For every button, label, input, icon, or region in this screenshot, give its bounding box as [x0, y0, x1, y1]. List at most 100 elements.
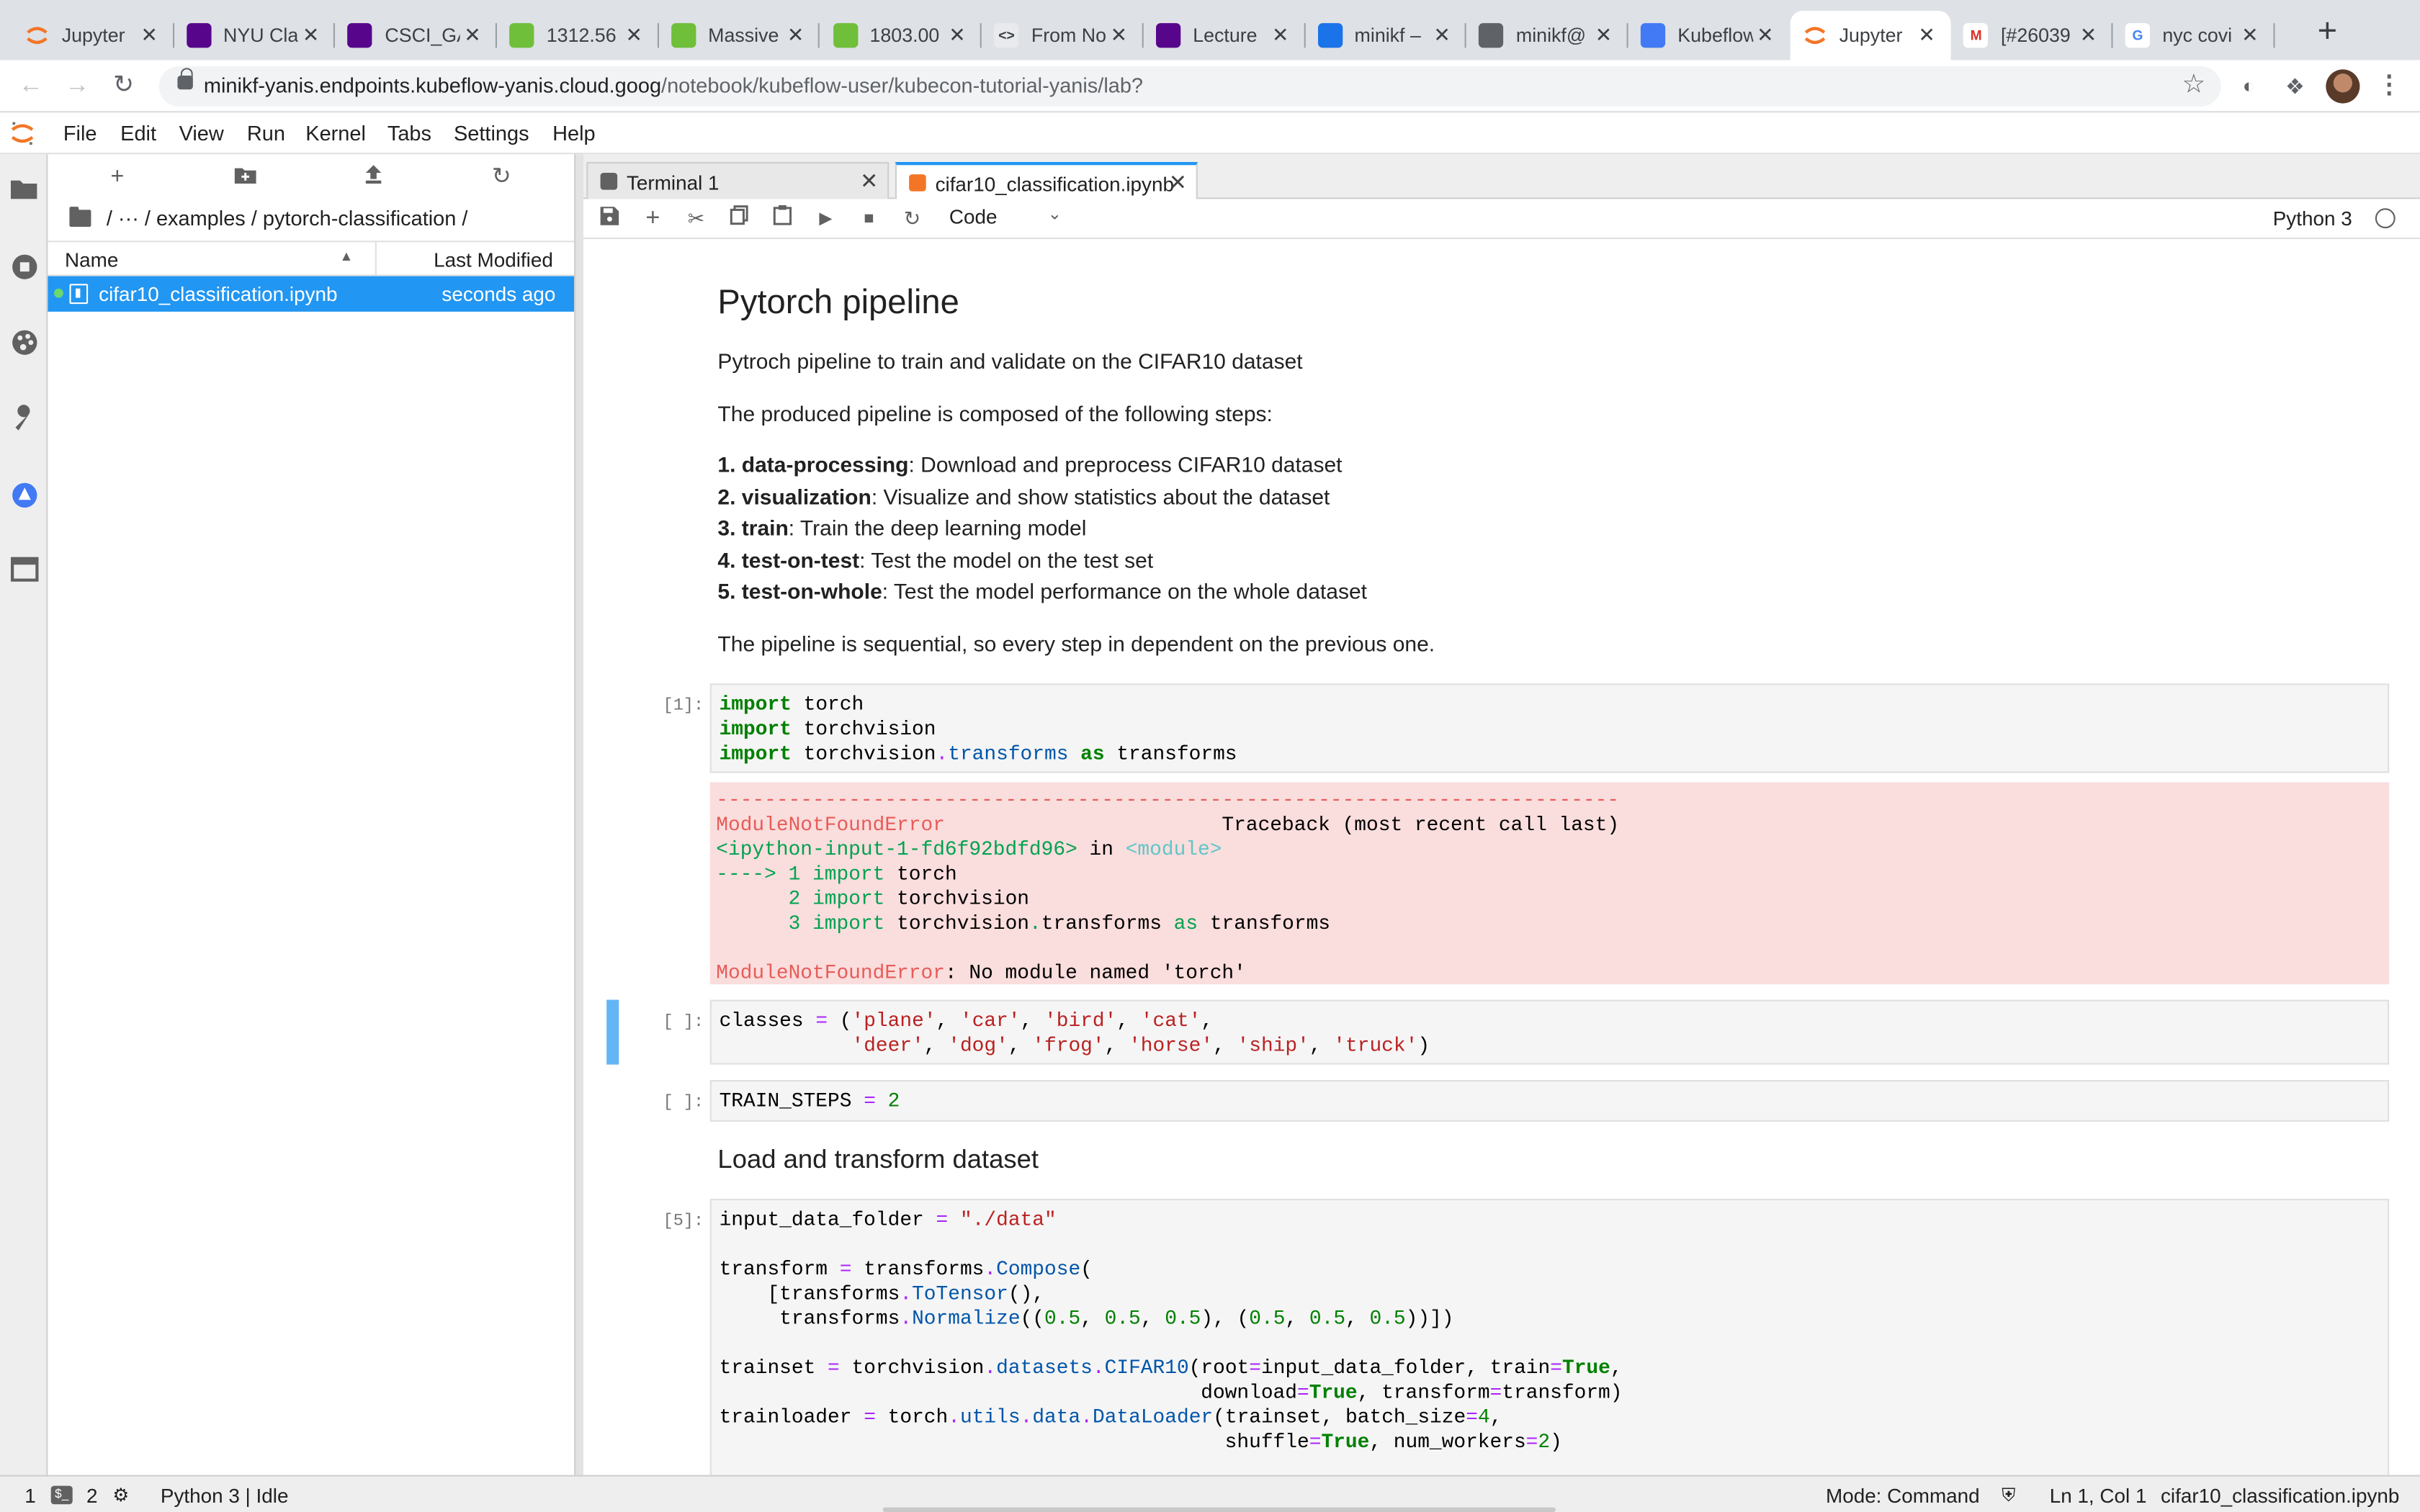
back-arrow-icon[interactable]: ← [14, 69, 48, 103]
menu-tabs[interactable]: Tabs [387, 122, 431, 145]
markdown-section[interactable]: Load and transform dataset [717, 1145, 1039, 1176]
forward-arrow-icon[interactable]: → [60, 69, 94, 103]
code-cell-train-steps[interactable]: TRAIN_STEPS = 2 [709, 1080, 2390, 1122]
menu-help[interactable]: Help [552, 122, 595, 145]
browser-tab[interactable]: M [#26039 ✕ [1951, 11, 2113, 60]
close-icon[interactable]: ✕ [945, 23, 969, 48]
close-icon[interactable]: ✕ [298, 23, 323, 48]
insert-cell-icon[interactable]: + [639, 205, 667, 233]
running-kernels-icon[interactable] [9, 253, 39, 282]
step-item-3[interactable]: 3. train: Train the deep learning model [717, 516, 1086, 540]
refresh-icon[interactable]: ↻ [488, 163, 516, 192]
paste-icon[interactable] [768, 205, 797, 233]
run-icon[interactable]: ▶ [812, 205, 840, 233]
restart-icon[interactable]: ↻ [898, 205, 926, 233]
tab-notebook[interactable]: cifar10_classification.ipynb ✕ [895, 162, 1198, 201]
new-tab-button[interactable]: + [2309, 13, 2346, 50]
kernel-name[interactable]: Python 3 [2273, 207, 2352, 230]
step-item-2[interactable]: 2. visualization: Visualize and show sta… [717, 485, 1330, 509]
browser-tab[interactable]: Massive ✕ [659, 11, 820, 60]
browser-tab[interactable]: CSCI_GA✕ [336, 11, 497, 60]
step-item-1[interactable]: 1. data-processing: Download and preproc… [717, 452, 1342, 477]
cursor-position[interactable]: Ln 1, Col 1 [2050, 1484, 2147, 1507]
new-folder-icon[interactable] [231, 163, 259, 192]
kubeflow-kale-icon[interactable] [9, 482, 39, 511]
copy-icon[interactable] [725, 205, 753, 233]
browser-tab[interactable]: Jupyter ✕ [12, 11, 174, 60]
stop-icon[interactable]: ■ [855, 205, 883, 233]
browser-tab[interactable]: <> From No ✕ [982, 11, 1143, 60]
palette-icon[interactable] [9, 328, 39, 358]
mode-indicator[interactable]: Mode: Command [1826, 1484, 1980, 1507]
sort-caret-icon[interactable]: ▲ [339, 248, 353, 264]
wrench-icon[interactable] [9, 404, 39, 433]
breadcrumb-path[interactable]: / ··· / examples / pytorch-classificatio… [107, 207, 468, 230]
reload-icon[interactable]: ↻ [107, 69, 140, 103]
extensions-puzzle-icon[interactable]: ❖ [2278, 69, 2312, 103]
code-cell-imports[interactable]: import torch import torchvision import t… [709, 683, 2390, 773]
code-cell-dataset[interactable]: input_data_folder = "./data" transform =… [709, 1199, 2390, 1475]
file-browser-icon[interactable] [9, 177, 39, 207]
kernel-gear-icon[interactable]: ⚙ [112, 1484, 129, 1506]
step-item-4[interactable]: 4. test-on-test: Test the model on the t… [717, 548, 1153, 572]
browser-tab[interactable]: Gnyc covi ✕ [2113, 11, 2275, 60]
menu-file[interactable]: File [63, 122, 97, 145]
column-name[interactable]: Name [65, 248, 118, 271]
close-icon[interactable]: ✕ [2076, 23, 2100, 48]
step-item-5[interactable]: 5. test-on-whole: Test the model perform… [717, 579, 1367, 603]
close-icon[interactable]: ✕ [1591, 23, 1615, 48]
close-icon[interactable]: ✕ [137, 23, 161, 48]
markdown-intro[interactable]: Pytroch pipeline to train and validate o… [717, 348, 1302, 373]
markdown-composed[interactable]: The produced pipeline is composed of the… [717, 401, 1272, 426]
close-icon[interactable]: ✕ [2238, 23, 2262, 48]
close-icon[interactable]: ✕ [1914, 23, 1939, 48]
column-last-modified[interactable]: Last Modified [434, 248, 553, 271]
address-bar[interactable]: minikf-yanis.endpoints.kubeflow-yanis.cl… [158, 66, 2221, 107]
browser-menu-icon[interactable]: ⋮ [2372, 69, 2406, 103]
tabs-icon[interactable] [9, 557, 39, 587]
terminal-count[interactable]: 2 [86, 1484, 98, 1507]
trusted-shield-icon[interactable]: ⛨ [2002, 1484, 2015, 1507]
panel-splitter[interactable] [574, 154, 583, 1475]
close-icon[interactable]: ✕ [1753, 23, 1778, 48]
code-cell-classes[interactable]: classes = ('plane', 'car', 'bird', 'cat'… [709, 999, 2390, 1065]
kernel-status[interactable]: Python 3 | Idle [161, 1484, 289, 1507]
browser-tab[interactable]: 1312.56 ✕ [497, 11, 658, 60]
save-icon[interactable] [596, 205, 624, 233]
menu-settings[interactable]: Settings [454, 122, 529, 145]
new-launcher-icon[interactable]: + [104, 163, 132, 192]
menu-kernel[interactable]: Kernel [305, 122, 366, 145]
browser-tab[interactable]: Kubeflow ✕ [1628, 11, 1790, 60]
close-icon[interactable]: ✕ [860, 168, 878, 194]
close-icon[interactable]: ✕ [1430, 23, 1454, 48]
close-icon[interactable]: ✕ [460, 23, 485, 48]
horizontal-scrollbar[interactable] [882, 1507, 1556, 1512]
browser-tab[interactable]: minikf@ ✕ [1466, 11, 1628, 60]
file-list-item[interactable]: cifar10_classification.ipynb seconds ago [48, 276, 575, 312]
breadcrumb[interactable]: / ··· / examples / pytorch-classificatio… [69, 207, 467, 230]
browser-tab[interactable]: Jupyter ✕ [1790, 11, 1952, 60]
menu-run[interactable]: Run [247, 122, 285, 145]
close-icon[interactable]: ✕ [622, 23, 646, 48]
cut-icon[interactable]: ✂ [682, 205, 710, 233]
markdown-title[interactable]: Pytorch pipeline [717, 282, 959, 323]
upload-icon[interactable] [359, 163, 387, 192]
markdown-sequential[interactable]: The pipeline is sequential, so every ste… [717, 631, 1435, 655]
close-icon[interactable]: ✕ [1106, 23, 1131, 48]
close-icon[interactable]: ✕ [1268, 23, 1293, 48]
close-icon[interactable]: ✕ [1169, 170, 1187, 196]
menu-view[interactable]: View [179, 122, 224, 145]
browser-tab[interactable]: Lecture ✕ [1144, 11, 1305, 60]
browser-tab[interactable]: 1803.00 ✕ [820, 11, 982, 60]
extension-circle-icon[interactable]: ◐ [2232, 69, 2266, 103]
status-count[interactable]: 1 [24, 1484, 36, 1507]
browser-tab[interactable]: NYU Cla ✕ [174, 11, 336, 60]
cell-type-select[interactable]: Code ⌄ [949, 205, 1062, 228]
tab-terminal-1[interactable]: Terminal 1 ✕ [586, 162, 889, 199]
menu-edit[interactable]: Edit [120, 122, 156, 145]
close-icon[interactable]: ✕ [783, 23, 807, 48]
browser-tab[interactable]: minikf – ✕ [1305, 11, 1466, 60]
browser-tab-title: Massive [708, 24, 779, 47]
profile-avatar[interactable] [2326, 69, 2360, 104]
bookmark-star-icon[interactable]: ☆ [2182, 69, 2205, 100]
